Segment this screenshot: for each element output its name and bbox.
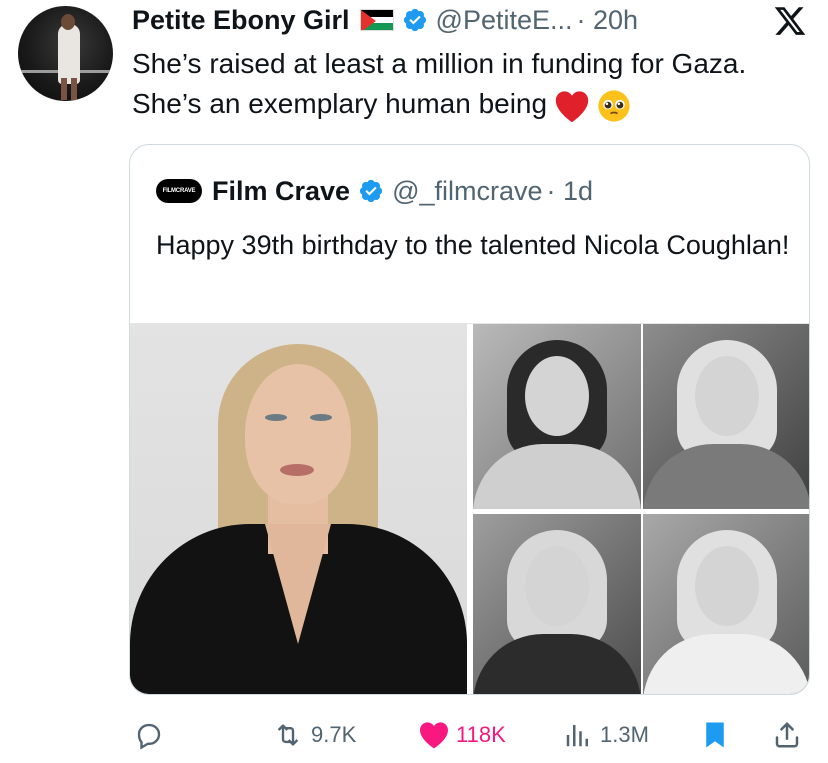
quoted-header: FILMCRAVE Film Crave @_filmcrave · 1d	[156, 175, 593, 207]
red-heart-icon	[555, 90, 589, 122]
bookmark-button[interactable]	[702, 720, 728, 750]
media-photo-4[interactable]	[643, 514, 809, 694]
like-count: 118K	[456, 722, 506, 747]
share-icon	[775, 722, 799, 748]
verified-badge-icon	[359, 179, 383, 203]
quoted-author-name[interactable]: Film Crave	[212, 176, 350, 207]
media-photo-1[interactable]	[473, 324, 641, 509]
tweet-time[interactable]: · 20h	[577, 5, 639, 36]
author-name[interactable]: Petite Ebony Girl	[132, 5, 350, 36]
quoted-text: Happy 39th birthday to the talented Nico…	[156, 230, 790, 260]
palestine-flag-icon	[359, 9, 394, 31]
quoted-time[interactable]: · 1d	[547, 176, 594, 207]
views-chart-icon	[566, 725, 588, 747]
media-photo-portrait[interactable]	[130, 324, 467, 694]
reply-button[interactable]	[134, 720, 170, 750]
like-button[interactable]: 118K	[418, 720, 506, 750]
quoted-tweet[interactable]: FILMCRAVE Film Crave @_filmcrave · 1d Ha…	[129, 144, 810, 695]
author-avatar[interactable]	[18, 6, 113, 101]
bookmark-filled-icon	[706, 722, 724, 748]
media-photo-2[interactable]	[643, 324, 809, 509]
verified-badge-icon	[403, 8, 426, 32]
media-photo-3[interactable]	[473, 514, 641, 694]
heart-filled-icon	[420, 722, 448, 749]
retweet-button[interactable]: 9.7K	[271, 720, 356, 750]
reply-icon	[137, 723, 161, 750]
tweet-header: Petite Ebony Girl @PetiteE... · 20h	[132, 4, 638, 36]
views-button[interactable]: 1.3M	[562, 720, 649, 750]
retweet-count: 9.7K	[311, 722, 357, 747]
avatar-leg	[71, 78, 77, 100]
media-grid	[130, 323, 809, 694]
avatar-head	[61, 14, 75, 30]
avatar-figure	[58, 24, 80, 84]
tweet-text: She’s raised at least a million in fundi…	[132, 44, 792, 124]
view-count: 1.3M	[600, 722, 649, 747]
share-button[interactable]	[772, 720, 802, 750]
filmcrave-logo: FILMCRAVE	[156, 179, 202, 203]
quoted-author-handle[interactable]: @_filmcrave	[392, 176, 542, 207]
x-logo-icon	[774, 7, 806, 35]
tweet-body: She’s raised at least a million in fundi…	[132, 48, 747, 119]
author-handle[interactable]: @PetiteE...	[436, 5, 573, 36]
retweet-icon	[277, 724, 299, 746]
action-bar: 9.7K 118K 1.3M	[0, 710, 828, 758]
pleading-face-icon	[598, 90, 630, 122]
avatar-leg	[61, 78, 67, 100]
